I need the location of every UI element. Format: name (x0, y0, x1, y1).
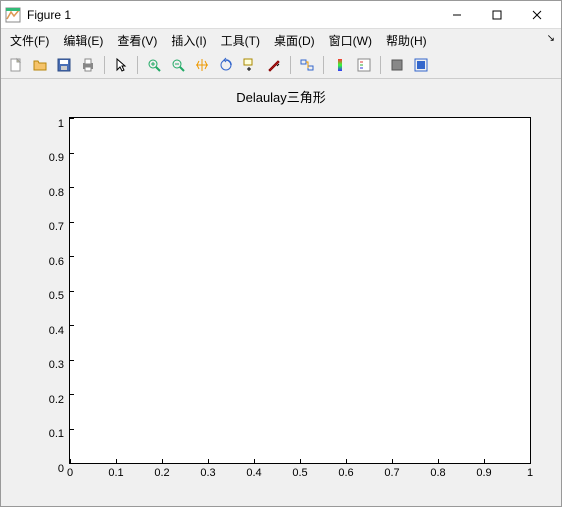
x-tick-label: 0.5 (292, 463, 307, 479)
toolbar-separator (323, 56, 324, 74)
x-tick-label: 0.2 (154, 463, 169, 479)
y-tick-label: 0.3 (49, 359, 70, 371)
y-tick-label: 0.8 (49, 187, 70, 199)
menu-insert[interactable]: 插入(I) (164, 30, 213, 51)
legend-button[interactable] (353, 54, 375, 76)
dock-button[interactable] (410, 54, 432, 76)
colorbar-button[interactable] (329, 54, 351, 76)
zoom-out-button[interactable] (167, 54, 189, 76)
brush-button[interactable] (263, 54, 285, 76)
open-button[interactable] (29, 54, 51, 76)
menu-help[interactable]: 帮助(H) (379, 30, 434, 51)
pan-button[interactable] (191, 54, 213, 76)
hide-tools-button[interactable] (386, 54, 408, 76)
close-button[interactable] (517, 1, 557, 29)
toolbar (1, 51, 561, 79)
window-title: Figure 1 (27, 8, 437, 22)
menu-edit[interactable]: 编辑(E) (56, 30, 110, 51)
toolbar-separator (137, 56, 138, 74)
x-tick-label: 0.4 (246, 463, 261, 479)
y-tick-label: 0.2 (49, 394, 70, 406)
y-tick-label: 1 (58, 118, 70, 130)
axes[interactable]: 00.10.20.30.40.50.60.70.80.9100.10.20.30… (69, 117, 531, 464)
x-tick-label: 0 (67, 463, 73, 479)
figure-window: Figure 1 文件(F) 编辑(E) 查看(V) 插入(I) 工具(T) 桌… (0, 0, 562, 507)
y-tick-label: 0.9 (49, 152, 70, 164)
menu-file[interactable]: 文件(F) (3, 30, 56, 51)
toolbar-separator (380, 56, 381, 74)
save-button[interactable] (53, 54, 75, 76)
pointer-button[interactable] (110, 54, 132, 76)
x-tick-label: 0.1 (108, 463, 123, 479)
menu-desktop[interactable]: 桌面(D) (267, 30, 322, 51)
plot-area: Delaulay三角形 00.10.20.30.40.50.60.70.80.9… (1, 79, 561, 506)
x-tick-label: 0.6 (338, 463, 353, 479)
menu-tools[interactable]: 工具(T) (214, 30, 267, 51)
x-tick-label: 0.9 (476, 463, 491, 479)
minimize-button[interactable] (437, 1, 477, 29)
menu-window[interactable]: 窗口(W) (322, 30, 379, 51)
toolbar-separator (290, 56, 291, 74)
maximize-button[interactable] (477, 1, 517, 29)
y-tick-label: 0.1 (49, 428, 70, 440)
menubar: 文件(F) 编辑(E) 查看(V) 插入(I) 工具(T) 桌面(D) 窗口(W… (1, 29, 561, 51)
rotate-button[interactable] (215, 54, 237, 76)
menu-view[interactable]: 查看(V) (110, 30, 164, 51)
delaunay-mesh (70, 118, 530, 463)
x-tick-label: 0.3 (200, 463, 215, 479)
x-tick-label: 0.8 (430, 463, 445, 479)
y-tick-label: 0.5 (49, 290, 70, 302)
x-tick-label: 1 (527, 463, 533, 479)
toolbar-separator (104, 56, 105, 74)
y-tick-label: 0.7 (49, 221, 70, 233)
x-tick-label: 0.7 (384, 463, 399, 479)
new-figure-button[interactable] (5, 54, 27, 76)
app-icon (5, 7, 21, 23)
link-button[interactable] (296, 54, 318, 76)
y-tick-label: 0.4 (49, 325, 70, 337)
print-button[interactable] (77, 54, 99, 76)
menu-overflow-icon[interactable]: ↘ (547, 33, 555, 44)
y-tick-label: 0.6 (49, 256, 70, 268)
axes-title: Delaulay三角形 (13, 87, 549, 106)
zoom-in-button[interactable] (143, 54, 165, 76)
datacursor-button[interactable] (239, 54, 261, 76)
titlebar: Figure 1 (1, 1, 561, 29)
